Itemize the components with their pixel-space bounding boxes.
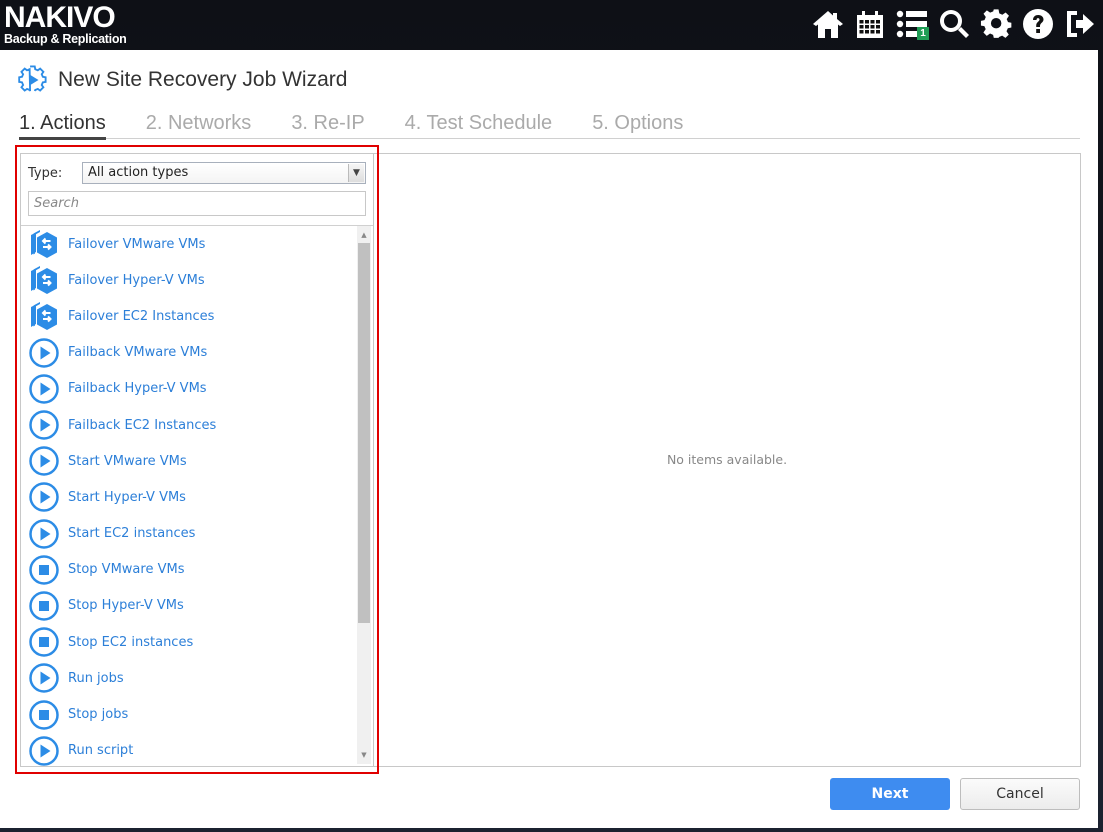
wizard-steps: 1. Actions 2. Networks 3. Re-IP 4. Test … <box>19 110 1080 140</box>
search-button[interactable] <box>937 6 971 42</box>
brand-tagline: Backup & Replication <box>4 32 127 46</box>
top-toolbar: 1 <box>811 6 1097 42</box>
search-icon <box>940 10 969 38</box>
jobs-count-badge: 1 <box>917 27 929 40</box>
selected-actions-panel: No items available. <box>374 153 1081 767</box>
jobs-button[interactable]: 1 <box>895 6 929 42</box>
tab-re-ip[interactable]: 3. Re-IP <box>291 110 364 139</box>
tab-test-schedule[interactable]: 4. Test Schedule <box>405 110 553 139</box>
wizard-header: New Site Recovery Job Wizard <box>18 65 347 95</box>
nakivo-logo: NAKIVO Backup & Replication <box>4 3 127 46</box>
tab-networks[interactable]: 2. Networks <box>146 110 252 139</box>
highlight-box <box>15 145 379 774</box>
home-button[interactable] <box>811 6 845 42</box>
cancel-button[interactable]: Cancel <box>960 778 1080 810</box>
settings-button[interactable] <box>979 6 1013 42</box>
logout-icon <box>1067 11 1094 37</box>
calendar-icon <box>857 11 883 38</box>
calendar-button[interactable] <box>853 6 887 42</box>
help-icon <box>1023 9 1053 39</box>
next-button[interactable]: Next <box>830 778 950 810</box>
tab-options[interactable]: 5. Options <box>592 110 683 139</box>
settings-gear-icon <box>980 9 1012 38</box>
brand-name: NAKIVO <box>4 1 116 34</box>
help-button[interactable] <box>1021 6 1055 42</box>
wizard-title: New Site Recovery Job Wizard <box>58 68 348 91</box>
empty-message: No items available. <box>666 452 788 467</box>
site-recovery-wizard-dialog: New Site Recovery Job Wizard 1. Actions … <box>0 50 1098 828</box>
logout-button[interactable] <box>1063 6 1097 42</box>
home-icon <box>813 11 843 38</box>
tab-actions[interactable]: 1. Actions <box>19 110 106 140</box>
job-wizard-gear-play-icon <box>18 65 47 92</box>
